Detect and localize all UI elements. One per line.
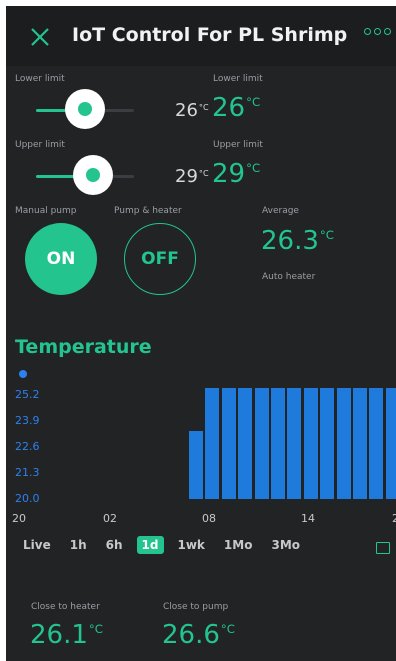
chart-bar <box>320 388 334 499</box>
chart-bar <box>337 388 351 499</box>
time-range-selector: Live 1h 6h 1d 1wk 1Mo 3Mo <box>18 536 305 554</box>
upper-limit-slider-label: Upper limit <box>15 140 65 150</box>
x-tick-label: 02 <box>103 512 117 525</box>
x-tick-label: 20 <box>12 512 26 525</box>
close-to-heater-label: Close to heater <box>31 602 100 612</box>
time-range-3mo[interactable]: 3Mo <box>266 536 305 554</box>
time-range-6h[interactable]: 6h <box>101 536 128 554</box>
app-screen: IoT Control For PL Shrimp Lower limit 26… <box>6 6 396 661</box>
lower-limit-slider-value: 26°C <box>175 100 209 121</box>
chart-bar <box>271 388 285 499</box>
chart-bar <box>304 388 318 499</box>
chart-bar <box>287 388 301 499</box>
average-value: 26.3°C <box>261 226 334 256</box>
chart-bar <box>205 388 219 499</box>
y-tick-label: 21.3 <box>15 466 40 479</box>
time-range-live[interactable]: Live <box>18 536 56 554</box>
chart-bar <box>353 388 367 499</box>
lower-limit-display-value: 26°C <box>212 93 261 123</box>
average-status: Auto heater <box>262 272 316 282</box>
lower-limit-display-label: Lower limit <box>213 74 263 84</box>
manual-pump-label: Manual pump <box>15 206 77 216</box>
chart-bar <box>386 388 396 499</box>
upper-limit-slider[interactable] <box>36 155 134 195</box>
x-tick-label: 08 <box>202 512 216 525</box>
close-to-pump-value: 26.6°C <box>162 620 235 650</box>
close-to-heater-value: 26.1°C <box>30 620 103 650</box>
chart-bar <box>222 388 236 499</box>
upper-limit-display-label: Upper limit <box>213 140 263 150</box>
upper-limit-slider-value: 29°C <box>175 166 209 187</box>
page-title: IoT Control For PL Shrimp <box>72 24 348 46</box>
lower-limit-slider-label: Lower limit <box>15 74 65 84</box>
x-tick-label: 14 <box>301 512 315 525</box>
average-label: Average <box>262 206 299 216</box>
y-tick-label: 25.2 <box>15 388 40 401</box>
pump-heater-label: Pump & heater <box>114 206 182 216</box>
chart-title: Temperature <box>15 336 152 358</box>
chart-bar <box>238 388 252 499</box>
close-icon[interactable] <box>30 27 50 47</box>
time-range-1d[interactable]: 1d <box>136 536 164 554</box>
y-tick-label: 22.6 <box>15 440 40 453</box>
header-bar: IoT Control For PL Shrimp <box>6 6 396 66</box>
chart-bar <box>369 388 383 499</box>
close-to-pump-label: Close to pump <box>163 602 229 612</box>
series-legend-dot <box>19 370 27 378</box>
upper-limit-display-value: 29°C <box>212 159 261 189</box>
manual-pump-button[interactable]: ON <box>25 223 97 295</box>
x-tick-label: 2 <box>392 512 396 525</box>
time-range-1wk[interactable]: 1wk <box>173 536 210 554</box>
time-range-1mo[interactable]: 1Mo <box>219 536 258 554</box>
chart-bar <box>189 431 203 499</box>
more-icon[interactable] <box>364 28 391 35</box>
y-tick-label: 23.9 <box>15 414 40 427</box>
chart-plot-area[interactable] <box>186 388 396 499</box>
pump-heater-button[interactable]: OFF <box>124 223 196 295</box>
fullscreen-icon[interactable] <box>376 542 390 554</box>
time-range-1h[interactable]: 1h <box>65 536 92 554</box>
lower-limit-slider[interactable] <box>36 89 134 129</box>
upper-limit-slider-thumb[interactable] <box>73 155 113 195</box>
lower-limit-slider-thumb[interactable] <box>65 89 105 129</box>
y-tick-label: 20.0 <box>15 492 40 505</box>
chart-bar <box>255 388 269 499</box>
